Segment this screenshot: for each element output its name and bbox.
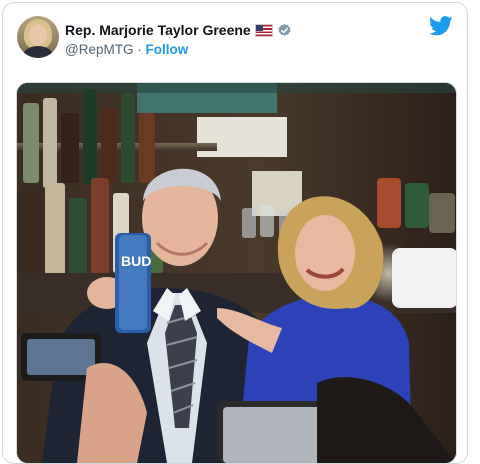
author-name[interactable]: Rep. Marjorie Taylor Greene	[65, 22, 251, 38]
twitter-bird-icon[interactable]	[429, 16, 453, 36]
author-name-row: Rep. Marjorie Taylor Greene	[65, 21, 292, 39]
handle-row: @RepMTG · Follow	[65, 42, 188, 57]
avatar-shoulders	[23, 46, 53, 58]
separator-dot: ·	[133, 42, 146, 57]
author-avatar[interactable]	[17, 16, 59, 58]
author-handle[interactable]: @RepMTG	[65, 42, 133, 57]
photo-scene: BUD	[17, 83, 456, 463]
verified-badge-icon	[278, 23, 291, 36]
follow-button[interactable]: Follow	[145, 42, 188, 57]
us-flag-icon	[254, 23, 273, 37]
beer-can: BUD	[115, 233, 151, 333]
can-text: BUD	[121, 253, 151, 269]
tweet-card: Rep. Marjorie Taylor Greene @RepMTG · Fo…	[2, 2, 468, 464]
tweet-photo[interactable]: BUD	[16, 82, 457, 463]
avatar-face	[29, 24, 47, 46]
